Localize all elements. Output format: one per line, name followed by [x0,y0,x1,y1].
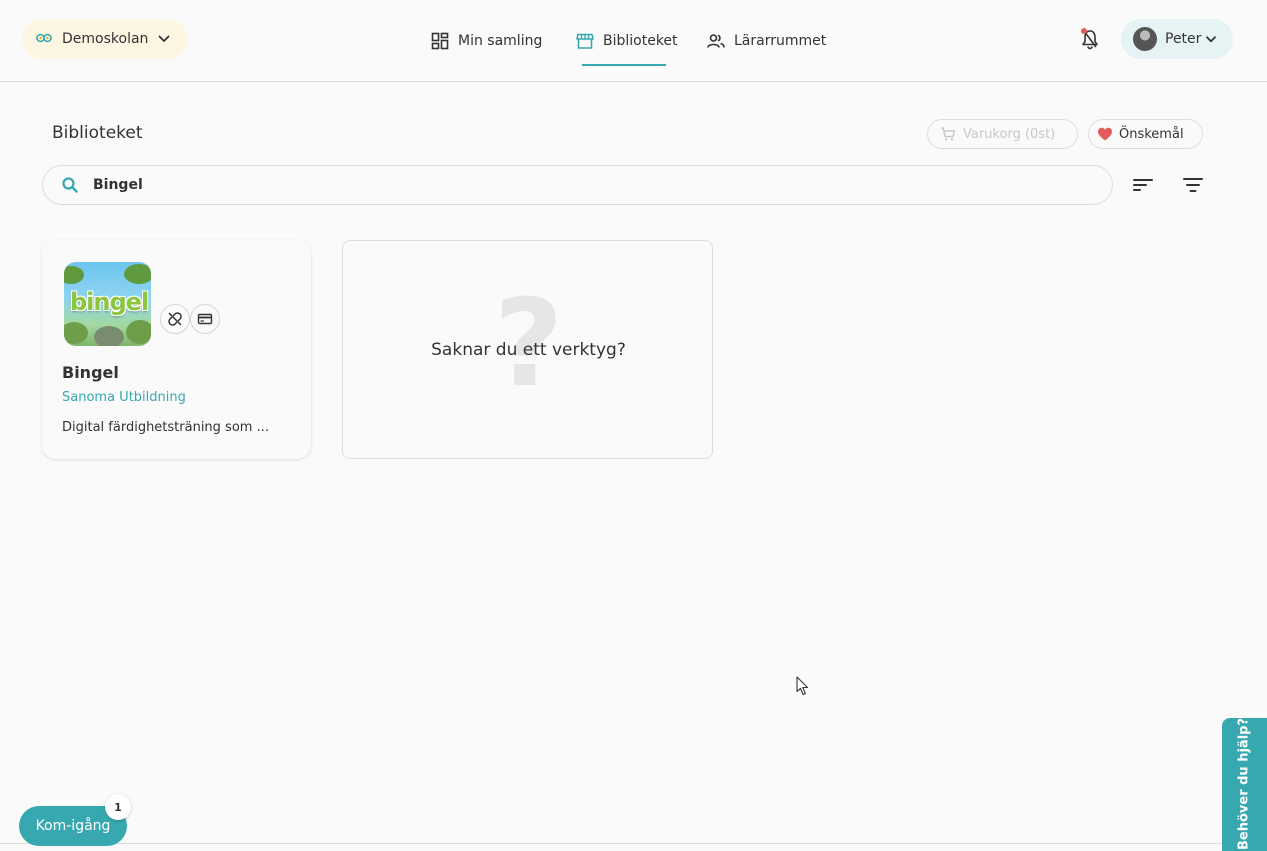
search-icon [62,177,78,193]
chevron-down-icon [159,35,170,42]
product-vendor[interactable]: Sanoma Utbildning [62,390,186,405]
missing-tool-card[interactable]: ? Saknar du ett verktyg? [342,240,713,459]
get-started-count-badge: 1 [105,794,131,820]
mouse-cursor-icon [796,676,809,696]
wishlist-label: Önskemål [1119,126,1184,142]
top-bar: Demoskolan Min samling Biblioteket Lärar [0,0,1267,82]
user-menu[interactable]: Peter [1121,19,1233,59]
search-input[interactable] [93,177,1053,193]
page-title: Biblioteket [52,123,143,143]
bottom-divider [0,843,1267,844]
school-name: Demoskolan [62,31,149,47]
credit-card-icon [197,313,213,325]
cart-button[interactable]: Varukorg (0st) [927,119,1078,149]
integration-badge [160,304,190,334]
search-bar [42,165,1113,205]
cart-icon [941,127,956,141]
product-thumbnail: bingel [64,262,151,346]
help-tab-label: Behöver du hjälp? [1236,718,1252,851]
user-name: Peter [1165,31,1202,47]
product-description: Digital färdighetsträning som ... [62,420,269,435]
active-tab-indicator [582,64,666,66]
sort-icon[interactable] [1132,175,1154,195]
heart-icon [1098,127,1112,141]
avatar [1133,27,1157,51]
product-title: Bingel [62,363,119,382]
school-selector[interactable]: Demoskolan [22,19,188,59]
tab-label: Min samling [458,33,543,49]
store-icon [576,33,594,49]
school-logo-icon [36,33,52,43]
people-icon [707,34,725,48]
tab-label: Biblioteket [603,33,678,49]
tab-lararrummet[interactable]: Lärarrummet [707,0,826,82]
missing-tool-text: Saknar du ett verktyg? [431,340,626,360]
product-card-bingel[interactable]: bingel Bingel Sanoma Utbildning Digital … [42,240,311,459]
cart-label: Varukorg (0st) [963,126,1056,142]
filter-icon[interactable] [1182,175,1204,195]
chevron-down-icon [1206,35,1217,42]
notification-dot [1081,28,1087,34]
wishlist-button[interactable]: Önskemål [1088,119,1203,149]
payment-badge [190,304,220,334]
tab-label: Lärarrummet [734,33,827,49]
grid-icon [431,32,449,50]
help-tab[interactable]: Behöver du hjälp? [1222,718,1267,851]
product-thumb-word: bingel [70,288,149,316]
get-started-label: Kom-igång [35,818,111,834]
tab-min-samling[interactable]: Min samling [431,0,542,82]
tab-biblioteket[interactable]: Biblioteket [576,0,678,82]
link-off-icon [168,312,182,326]
